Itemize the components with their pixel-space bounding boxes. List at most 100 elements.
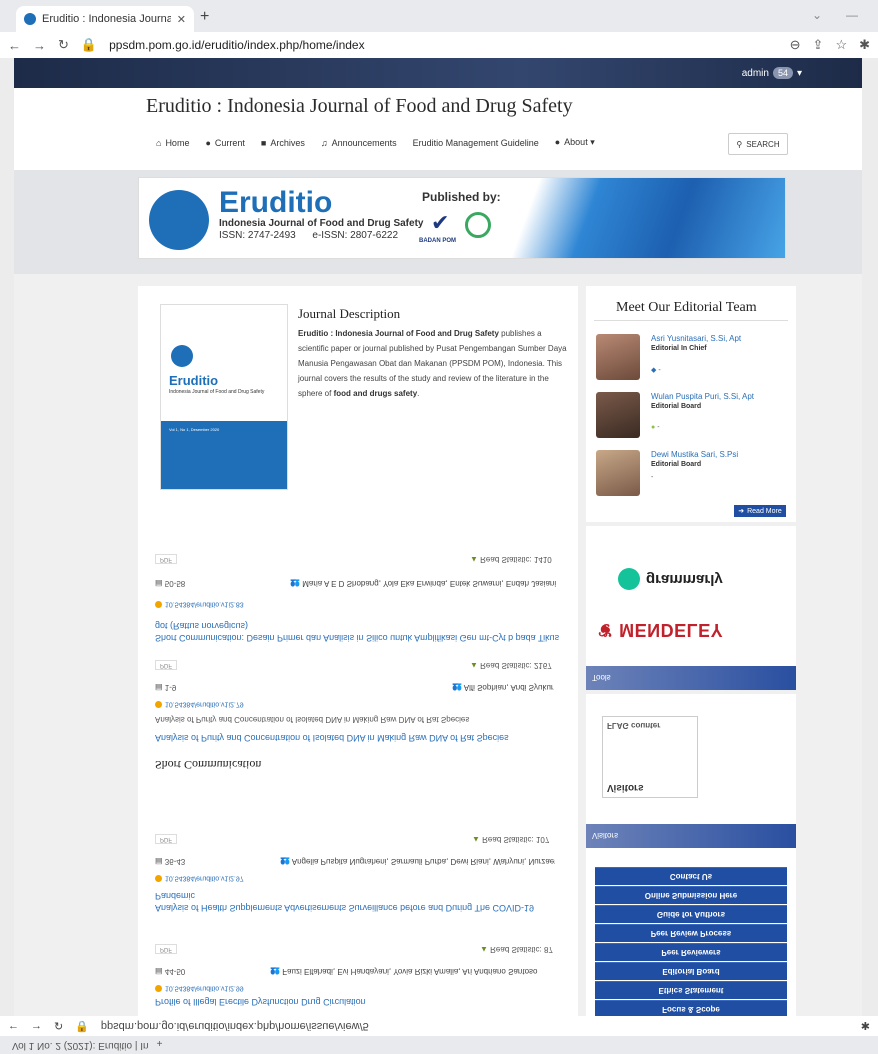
avatar [596, 334, 640, 380]
cover-name: Eruditio [169, 373, 219, 388]
admin-bar: admin 54 ▾ [14, 58, 862, 88]
avatar [596, 392, 640, 438]
cover-subtitle: Indonesia Journal of Food and Drug Safet… [169, 389, 265, 395]
article-doi[interactable]: 10.54384/eruditio.v1i2.97 [155, 875, 244, 882]
mendeley-icon: ❦ [598, 620, 614, 640]
lock-icon: 🔒 [80, 37, 98, 52]
article-doi[interactable]: 10.54384/eruditio.v1i2.83 [155, 601, 244, 608]
doi-icon [155, 601, 162, 608]
extensions-icon[interactable]: ✱ [861, 1020, 870, 1033]
member-name[interactable]: Dewi Mustika Sari, S.Psi [651, 450, 738, 459]
link-peer-review-process[interactable]: Peer Review Process [595, 924, 787, 942]
ppsdm-logo-icon [465, 212, 491, 238]
forward-icon[interactable]: → [33, 38, 46, 53]
minimize-icon[interactable]: — [846, 8, 858, 22]
page-icon: ▤ [155, 683, 163, 692]
mirrored-content-region: Profile of Illegal Erectile Dysfunction … [0, 526, 878, 1054]
caret-down-icon[interactable]: ▾ [797, 68, 802, 79]
users-icon: 👥 [280, 857, 290, 866]
admin-user[interactable]: admin [742, 68, 769, 79]
member-name[interactable]: Wulan Puspita Puri, S.Si, Apt [651, 392, 754, 401]
article-authors: 👥 Angelia Puspita Nugraheni, Sarmauli Pu… [280, 857, 555, 866]
flag-counter-widget[interactable]: Visitors FLAG counter [602, 716, 698, 798]
pdf-button[interactable]: PDF [155, 660, 177, 670]
site-title[interactable]: Eruditio : Indonesia Journal of Food and… [146, 95, 573, 118]
mirrored-tab-title[interactable]: Vol 1 No. 2 (2021): Eruditio | In [12, 1039, 149, 1051]
article-doi[interactable]: 10.54384/eruditio.v1i2.79 [155, 701, 244, 708]
bookmark-star-icon[interactable]: ☆ [835, 37, 847, 53]
journal-cover[interactable]: Eruditio Indonesia Journal of Food and D… [160, 304, 288, 490]
nav-archives[interactable]: ■ Archives [261, 138, 305, 148]
browser-tab-title: Eruditio : Indonesia Journal of Fo [42, 13, 171, 25]
info-icon: ● [554, 137, 561, 147]
users-icon: 👥 [290, 579, 300, 588]
article-pages: ▤ 1-9 [155, 683, 177, 692]
link-online-submission[interactable]: Online Submission Here [595, 886, 787, 904]
tools-header: Tools [586, 666, 796, 690]
link-ethics-statement[interactable]: Ethics Statement [595, 981, 787, 999]
read-more-button[interactable]: ➜ Read More [734, 505, 786, 517]
main-nav: ⌂ Home ● Current ■ Archives ♫ Announcements … [156, 137, 595, 148]
grammarly-icon [618, 568, 640, 590]
grammarly-logo[interactable]: grammarly [646, 571, 723, 588]
back-icon[interactable]: ← [8, 1020, 19, 1032]
nav-current[interactable]: ● Current [205, 138, 244, 148]
visitors-header: Visitors [586, 824, 796, 848]
article-pages: ▤ 44-50 [155, 967, 186, 976]
link-guide-authors[interactable]: Guide for Authors [595, 905, 787, 923]
link-contact-us[interactable]: Contact Us [595, 867, 787, 885]
chevron-down-icon[interactable]: ⌄ [812, 8, 822, 22]
back-icon[interactable]: ← [8, 38, 21, 53]
home-icon: ⌂ [156, 137, 162, 148]
new-tab-icon[interactable]: + [200, 8, 209, 26]
nav-announcements[interactable]: ♫ Announcements [321, 138, 397, 148]
scholar-icon[interactable]: ◆ [651, 367, 656, 374]
link-peer-reviewers[interactable]: Peer Reviewers [595, 943, 787, 961]
member-role: Editorial Board [651, 403, 702, 410]
browser-tab[interactable]: Eruditio : Indonesia Journal of Fo ✕ [16, 6, 194, 32]
url-input[interactable]: ppsdm.pom.go.id/eruditio/index.php/home/… [109, 38, 778, 52]
nav-home[interactable]: ⌂ Home [156, 138, 189, 148]
bpom-logo-icon: ✔ [431, 210, 450, 235]
search-button[interactable]: ⚲ SEARCH [728, 133, 788, 155]
extensions-icon[interactable]: ✱ [859, 37, 870, 53]
close-tab-icon[interactable]: ✕ [177, 13, 186, 26]
journal-banner: Eruditio Indonesia Journal of Food and D… [138, 177, 786, 259]
editorial-member: Dewi Mustika Sari, S.Psi Editorial Board… [596, 450, 786, 502]
pdf-button[interactable]: PDF [155, 944, 177, 954]
share-icon[interactable]: ⇪ [813, 37, 824, 53]
chart-icon: ▲ [470, 555, 478, 564]
orcid-icon[interactable]: ● [651, 424, 655, 431]
link-editorial-board[interactable]: Editorial Board [595, 962, 787, 980]
article-title[interactable]: Analysis of Health Supplements Advertise… [155, 890, 565, 914]
member-role: Editorial Board [651, 461, 702, 468]
mirrored-url[interactable]: ppsdm.pom.go.id/eruditio/index.php/home/… [101, 1020, 849, 1032]
zoom-icon[interactable]: ⊖ [790, 37, 801, 53]
page-icon: ▤ [155, 579, 163, 588]
article-title[interactable]: Profile of Illegal Erectile Dysfunction … [155, 996, 565, 1008]
mendeley-logo[interactable]: ❦ MENDELEY [598, 619, 723, 640]
member-affiliation: ● - [651, 424, 660, 431]
pdf-button[interactable]: PDF [155, 834, 177, 844]
new-tab-icon[interactable]: + [157, 1039, 163, 1051]
chart-icon: ▲ [470, 661, 478, 670]
favicon-icon [24, 13, 36, 25]
reload-icon[interactable]: ↻ [58, 37, 69, 53]
member-name[interactable]: Asri Yusnitasari, S.Si, Apt [651, 334, 741, 343]
forward-icon[interactable]: → [31, 1020, 42, 1032]
nav-about[interactable]: ● About ▾ [555, 137, 595, 148]
banner-journal-subtitle: Indonesia Journal of Food and Drug Safet… [219, 218, 424, 229]
chart-icon: ▲ [480, 945, 488, 954]
article-authors: 👥 Maria A E D Shobang, Yola Eka Erwinda,… [290, 579, 557, 588]
doi-icon [155, 701, 162, 708]
pdf-button[interactable]: PDF [155, 554, 177, 564]
article-pages: ▤ 50-58 [155, 579, 186, 588]
nav-guideline[interactable]: Eruditio Management Guideline [413, 138, 539, 148]
notification-badge[interactable]: 54 [772, 67, 793, 79]
article-title[interactable]: Short Communication: Desain Primer dan A… [155, 620, 565, 644]
reload-icon[interactable]: ↻ [54, 1020, 63, 1033]
article-title[interactable]: Analysis of Purity and Concentration of … [155, 732, 565, 744]
users-icon: 👥 [270, 967, 280, 976]
read-statistic: ▲ Read Statistic: 2167 [470, 661, 552, 670]
article-doi[interactable]: 10.54384/eruditio.v1i2.99 [155, 985, 244, 992]
